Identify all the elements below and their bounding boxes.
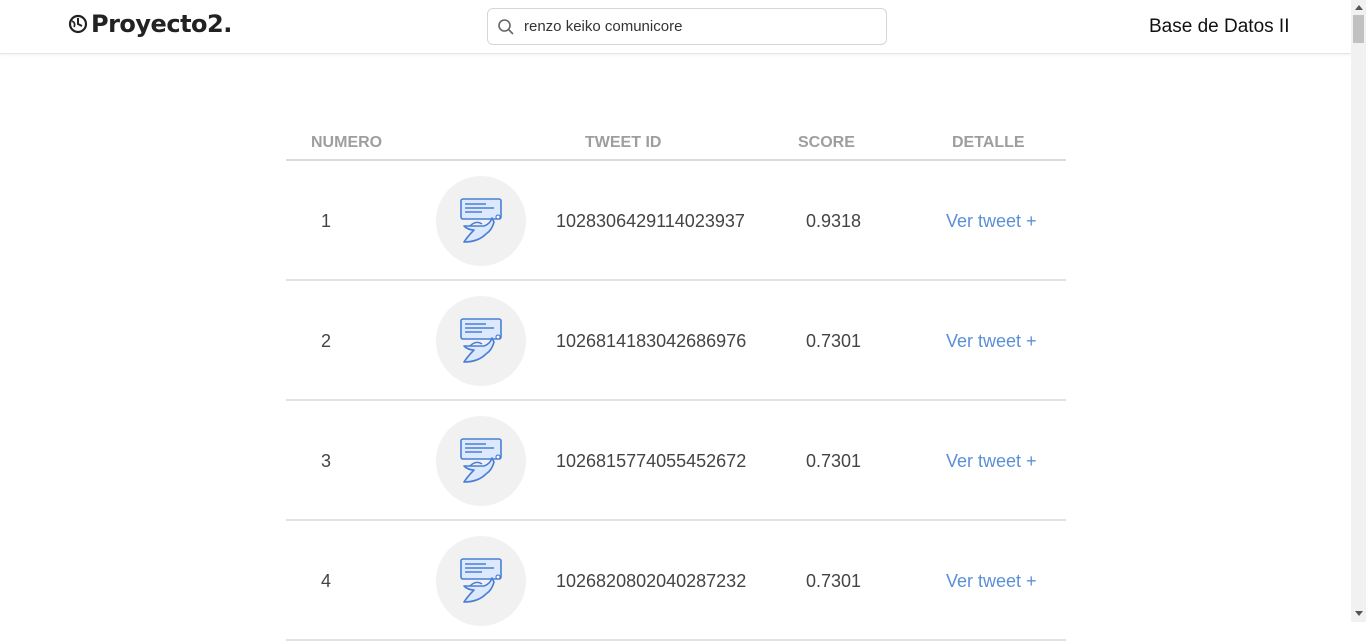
table-row: 2 1026814183042686976 0.7301 Ver tweet + [286, 281, 1066, 401]
brand-logo[interactable]: Proyecto2. [67, 10, 232, 38]
scroll-up-arrow-icon[interactable] [1351, 0, 1366, 15]
table-row: 4 1026820802040287232 0.7301 Ver tweet + [286, 521, 1066, 641]
brand-name: Proyecto2. [91, 10, 232, 38]
tweet-score: 0.7301 [806, 451, 862, 471]
tweet-id: 1028306429114023937 [556, 211, 745, 231]
ver-tweet-link[interactable]: Ver tweet + [946, 211, 1037, 232]
search-box[interactable] [487, 8, 887, 45]
row-number: 3 [321, 451, 332, 471]
table-row: 3 1026815774055452672 0.7301 Ver tweet + [286, 401, 1066, 521]
table-header: NUMERO TWEET ID SCORE DETALLE [286, 128, 1066, 161]
row-number: 1 [321, 211, 332, 231]
tweet-id: 1026815774055452672 [556, 451, 747, 471]
search-input[interactable] [524, 18, 864, 35]
globe-clock-icon [67, 13, 89, 35]
tweet-bird-icon [436, 416, 526, 506]
header-detalle: DETALLE [952, 134, 1025, 151]
tweet-bird-icon [436, 536, 526, 626]
search-icon [488, 18, 524, 36]
ver-tweet-link[interactable]: Ver tweet + [946, 571, 1037, 592]
tweet-id: 1026820802040287232 [556, 571, 747, 591]
ver-tweet-link[interactable]: Ver tweet + [946, 331, 1037, 352]
table-row: 1 1028306429114023937 0.9318 Ver tweet + [286, 161, 1066, 281]
header-numero: NUMERO [311, 134, 383, 151]
ver-tweet-link[interactable]: Ver tweet + [946, 451, 1037, 472]
tweet-score: 0.7301 [806, 571, 862, 591]
tweet-score: 0.7301 [806, 331, 862, 351]
tweet-id: 1026814183042686976 [556, 331, 747, 351]
scroll-down-arrow-icon[interactable] [1351, 606, 1366, 621]
course-label[interactable]: Base de Datos II [1149, 16, 1289, 38]
row-number: 4 [321, 571, 332, 591]
header-score: SCORE [798, 134, 855, 151]
vertical-scrollbar[interactable] [1351, 0, 1366, 622]
top-navbar: Proyecto2. Base de Datos II [0, 0, 1351, 54]
tweet-bird-icon [436, 296, 526, 386]
results-table: NUMERO TWEET ID SCORE DETALLE 1 10283064… [286, 128, 1066, 641]
tweet-bird-icon [436, 176, 526, 266]
row-number: 2 [321, 331, 332, 351]
scrollbar-thumb[interactable] [1353, 15, 1364, 43]
header-tweet-id: TWEET ID [585, 134, 662, 151]
tweet-score: 0.9318 [806, 211, 862, 231]
